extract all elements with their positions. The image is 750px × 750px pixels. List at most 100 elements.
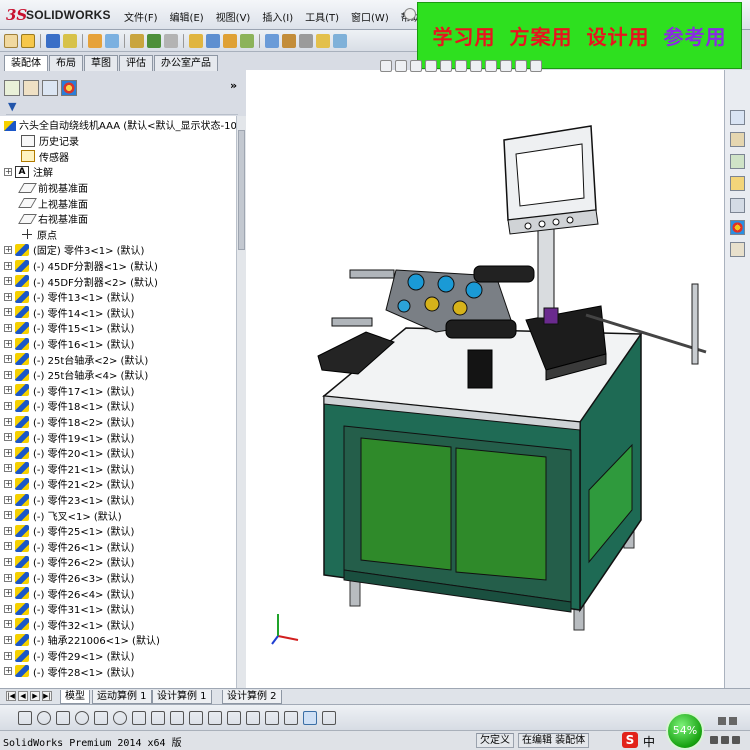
tree-component-item[interactable]: + (-) 轴承221006<1> (默认) (4, 632, 160, 648)
expand-icon[interactable]: + (4, 355, 12, 364)
expand-icon[interactable]: + (4, 604, 12, 613)
expand-icon[interactable]: + (4, 261, 12, 270)
move-component-icon[interactable] (105, 33, 119, 48)
section-view-tool-icon[interactable] (322, 710, 336, 725)
tree-component-item[interactable]: + (-) 零件17<1> (默认) (4, 383, 134, 399)
convert-entities-icon[interactable] (265, 710, 279, 725)
circle-icon[interactable] (37, 710, 51, 725)
expand-icon[interactable]: + (4, 339, 12, 348)
display-shaded-icon[interactable] (303, 710, 317, 725)
ime-icon[interactable]: S (622, 732, 638, 748)
tab-evaluate[interactable]: 评估 (119, 55, 153, 71)
fillet-icon[interactable] (151, 710, 165, 725)
expand-icon[interactable]: + (4, 464, 12, 473)
tab-motion-study-1[interactable]: 运动算例 1 (92, 690, 152, 704)
rectangle-icon[interactable] (170, 710, 184, 725)
bill-of-materials-icon[interactable] (206, 33, 220, 48)
tray-window-icon[interactable] (732, 736, 740, 744)
expand-icon[interactable]: + (4, 401, 12, 410)
tab-model[interactable]: 模型 (60, 690, 90, 704)
custom-properties-icon[interactable] (730, 242, 745, 257)
ime-language[interactable]: 中 (643, 733, 655, 750)
prev-tab-icon[interactable]: ◀ (18, 691, 28, 701)
tree-component-item[interactable]: + (-) 零件18<1> (默认) (4, 398, 134, 414)
smart-fastener-icon[interactable] (88, 33, 102, 48)
expand-icon[interactable]: + (4, 479, 12, 488)
new-icon[interactable] (4, 33, 18, 48)
tree-component-item[interactable]: + (-) 零件15<1> (默认) (4, 320, 134, 336)
menu-window[interactable]: 窗口(W) (345, 9, 395, 24)
tree-feature-item[interactable]: 原点 (10, 227, 57, 243)
offset-entities-icon[interactable] (246, 710, 260, 725)
first-tab-icon[interactable]: |◀ (6, 691, 16, 701)
expand-icon[interactable]: + (4, 292, 12, 301)
tree-component-item[interactable]: + (-) 零件19<1> (默认) (4, 429, 134, 445)
explode-line-sketch-icon[interactable] (240, 33, 254, 48)
centerline-icon[interactable] (208, 710, 222, 725)
mate-icon[interactable] (63, 33, 77, 48)
solidworks-logo[interactable]: 3S SOLIDWORKS (4, 5, 111, 25)
tree-component-item[interactable]: + (-) 零件25<1> (默认) (4, 523, 134, 539)
tree-feature-item[interactable]: 前视基准面 (10, 180, 88, 196)
tab-design-study-2[interactable]: 设计算例 2 (222, 690, 282, 704)
tree-component-item[interactable]: + (-) 零件26<3> (默认) (4, 570, 134, 586)
file-explorer-icon[interactable] (730, 154, 745, 169)
tray-network-icon[interactable] (718, 717, 726, 725)
tree-component-item[interactable]: + (-) 飞叉<1> (默认) (4, 507, 122, 523)
assembly-features-icon[interactable] (147, 33, 161, 48)
reference-geometry-icon[interactable] (164, 33, 178, 48)
machine-model[interactable] (246, 70, 724, 688)
pin-icon[interactable] (404, 8, 416, 20)
expand-icon[interactable]: + (4, 323, 12, 332)
tree-component-item[interactable]: + (-) 零件32<1> (默认) (4, 617, 134, 633)
large-assembly-icon[interactable] (333, 33, 347, 48)
instant3d-icon[interactable] (316, 33, 330, 48)
tree-component-item[interactable]: + (-) 零件20<1> (默认) (4, 445, 134, 461)
open-icon[interactable] (21, 33, 35, 48)
tree-component-item[interactable]: + (固定) 零件3<1> (默认) (4, 242, 144, 258)
spline-icon[interactable] (132, 710, 146, 725)
tree-component-item[interactable]: + (-) 零件28<1> (默认) (4, 663, 134, 679)
tab-design-study-1[interactable]: 设计算例 1 (152, 690, 212, 704)
expand-icon[interactable]: + (4, 635, 12, 644)
expand-icon[interactable]: + (4, 495, 12, 504)
tree-component-item[interactable]: + (-) 45DF分割器<2> (默认) (4, 273, 158, 289)
expand-icon[interactable]: + (4, 557, 12, 566)
tree-feature-item[interactable]: 右视基准面 (10, 211, 88, 227)
performance-meter[interactable]: 54% (666, 712, 704, 750)
tree-component-item[interactable]: + (-) 零件26<1> (默认) (4, 539, 134, 555)
menu-view[interactable]: 视图(V) (210, 9, 257, 24)
solidworks-resources-icon[interactable] (730, 110, 745, 125)
ellipse-icon[interactable] (113, 710, 127, 725)
tree-component-item[interactable]: + (-) 零件18<2> (默认) (4, 414, 134, 430)
expand-icon[interactable]: + (4, 277, 12, 286)
tray-settings-icon[interactable] (721, 736, 729, 744)
featuremanager-tab-icon[interactable] (4, 80, 20, 96)
expand-icon[interactable]: + (4, 308, 12, 317)
expand-icon[interactable]: + (4, 417, 12, 426)
tab-sketch[interactable]: 草图 (84, 55, 118, 71)
tree-component-item[interactable]: + (-) 25t台轴承<2> (默认) (4, 351, 148, 367)
tree-root-assembly[interactable]: 六头全自动绕线机AAA (默认<默认_显示状态-100>) (4, 117, 236, 132)
expand-icon[interactable]: + (4, 526, 12, 535)
expand-icon[interactable]: + (4, 433, 12, 442)
menu-edit[interactable]: 编辑(E) (164, 9, 210, 24)
polygon-icon[interactable] (189, 710, 203, 725)
expand-icon[interactable]: + (4, 651, 12, 660)
tree-scrollbar[interactable] (236, 116, 246, 688)
expand-icon[interactable]: + (4, 573, 12, 582)
sketch-point-icon[interactable] (18, 710, 32, 725)
feature-filter[interactable]: ▼ (6, 99, 238, 115)
tree-component-item[interactable]: + (-) 零件14<1> (默认) (4, 305, 134, 321)
clearance-verification-icon[interactable] (282, 33, 296, 48)
tree-feature-item[interactable]: 上视基准面 (10, 195, 88, 211)
expand-icon[interactable]: + (4, 542, 12, 551)
expand-icon[interactable]: + (4, 386, 12, 395)
hole-alignment-icon[interactable] (299, 33, 313, 48)
tree-component-item[interactable]: + (-) 零件16<1> (默认) (4, 336, 134, 352)
tree-feature-item[interactable]: 历史记录 (10, 133, 79, 149)
tab-layout[interactable]: 布局 (49, 55, 83, 71)
expand-icon[interactable]: + (4, 370, 12, 379)
expand-icon[interactable]: + (4, 511, 12, 520)
mirror-entities-icon[interactable] (284, 710, 298, 725)
